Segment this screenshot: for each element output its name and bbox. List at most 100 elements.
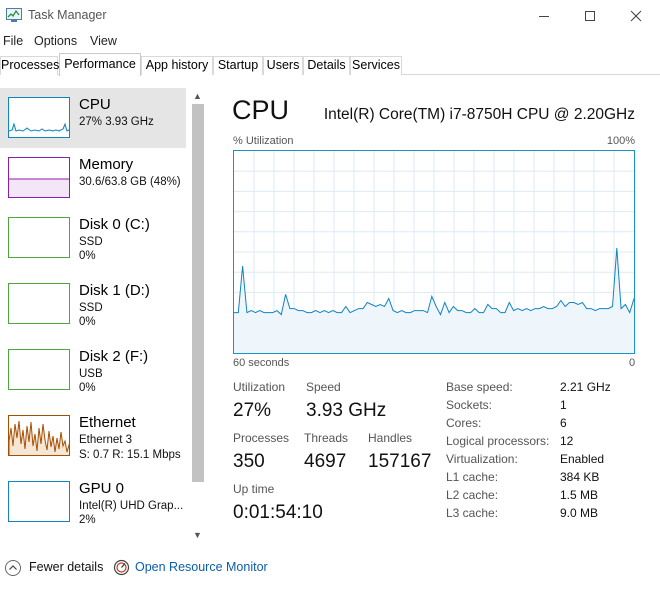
sidebar-item-disk-0[interactable]: Disk 0 (C:) SSD 0% [0,208,186,268]
tab-performance[interactable]: Performance [59,53,141,76]
maximize-button[interactable] [567,0,613,31]
sidebar-detail-2: 2% [79,514,96,526]
tab-startup[interactable]: Startup [213,56,263,75]
info-label: Cores: [446,416,482,430]
sidebar-title: GPU 0 [79,480,125,497]
tab-details[interactable]: Details [303,56,350,75]
utilization-value: 27% [233,400,272,421]
sidebar-detail-2: S: 0.7 R: 15.1 Mbps [79,449,181,461]
disk-2-thumbnail-graph [8,349,70,390]
close-icon [630,10,642,21]
cpu-utilization-graph [233,150,635,354]
sidebar-item-gpu-0[interactable]: GPU 0 Intel(R) UHD Grap... 2% [0,472,186,532]
sidebar-item-memory[interactable]: Memory 30.6/63.8 GB (48%) [0,148,186,208]
info-label: L1 cache: [446,470,499,484]
tab-users[interactable]: Users [263,56,303,75]
info-value: 384 KB [560,470,600,484]
graph-y-label: % Utilization [233,135,294,147]
minimize-icon [539,15,549,17]
sidebar-title: Disk 2 (F:) [79,348,149,365]
title-bar: Task Manager [0,0,660,31]
memory-thumbnail-graph [8,157,70,198]
info-value: Enabled [560,452,605,466]
info-label: L3 cache: [446,506,499,520]
info-label: Logical processors: [446,434,550,448]
sidebar-item-disk-1[interactable]: Disk 1 (D:) SSD 0% [0,274,186,334]
threads-label: Threads [304,431,349,445]
info-value: 2.21 GHz [560,380,611,394]
sidebar-item-ethernet[interactable]: Ethernet Ethernet 3 S: 0.7 R: 15.1 Mbps [0,406,186,466]
sidebar-detail: 27% 3.93 GHz [79,116,154,128]
info-value: 9.0 MB [560,506,599,520]
sidebar-scrollbar[interactable]: ▲ ▼ [189,88,205,544]
scroll-up-arrow-icon[interactable]: ▲ [193,92,202,101]
speed-label: Speed [306,380,341,394]
tab-processes[interactable]: Processes [0,56,59,75]
task-manager-icon [6,8,22,22]
ethernet-thumbnail-line [9,420,69,455]
memory-thumbnail-fill [9,178,69,197]
menu-file[interactable]: File [3,34,23,48]
speed-value: 3.93 GHz [306,400,387,421]
disk-0-thumbnail-graph [8,217,70,258]
threads-value: 4697 [304,451,347,472]
menu-view[interactable]: View [90,34,117,48]
scroll-down-arrow-icon[interactable]: ▼ [193,531,202,540]
sidebar-detail-2: 0% [79,316,96,328]
ethernet-thumbnail-graph [8,415,70,456]
sidebar-detail: SSD [79,302,103,314]
menu-options[interactable]: Options [34,34,77,48]
sidebar-detail: 30.6/63.8 GB (48%) [79,176,181,188]
cpu-thumbnail-line [9,122,69,132]
maximize-icon [585,10,595,21]
info-label: Sockets: [446,398,493,412]
scroll-thumb[interactable] [192,104,204,482]
sidebar-detail-2: 0% [79,382,96,394]
sidebar-detail: Ethernet 3 [79,434,133,446]
gpu-thumbnail-graph [8,481,70,522]
info-label: L2 cache: [446,488,499,502]
graph-y-max-label: 100% [606,135,635,147]
info-value: 1.5 MB [560,488,599,502]
sidebar-detail: SSD [79,236,103,248]
info-label: Virtualization: [446,452,518,466]
open-resource-monitor-link[interactable]: Open Resource Monitor [135,560,268,574]
sidebar-title: Disk 1 (D:) [79,282,150,299]
sidebar-title: Memory [79,156,134,173]
utilization-label: Utilization [233,380,286,394]
cpu-thumbnail-graph [8,97,70,138]
handles-label: Handles [368,431,413,445]
tab-strip: Processes Performance App history Startu… [0,53,660,76]
uptime-value: 0:01:54:10 [233,502,323,523]
sidebar-title: CPU [79,96,111,113]
info-label: Base speed: [446,380,513,394]
sidebar-detail-2: 0% [79,250,96,262]
chevron-up-circle-icon[interactable] [4,559,22,577]
uptime-label: Up time [233,482,275,496]
sidebar-detail: Intel(R) UHD Grap... [79,500,184,512]
close-button[interactable] [613,0,659,31]
info-value: 12 [560,434,574,448]
cpu-model-name: Intel(R) Core(TM) i7-8750H CPU @ 2.20GHz [323,106,635,123]
processes-value: 350 [233,451,265,472]
disk-1-thumbnail-graph [8,283,70,324]
tab-services[interactable]: Services [350,56,402,75]
footer-bar: Fewer details Open Resource Monitor [0,556,660,580]
page-title: CPU [232,95,290,125]
resource-monitor-icon [113,559,130,576]
sidebar-item-disk-2[interactable]: Disk 2 (F:) USB 0% [0,340,186,400]
sidebar-detail: USB [79,368,103,380]
info-value: 6 [560,416,567,430]
tab-app-history[interactable]: App history [141,56,213,75]
graph-x-min-label: 0 [629,357,636,369]
minimize-button[interactable] [521,0,567,31]
handles-value: 157167 [368,451,432,472]
window-title: Task Manager [28,8,107,22]
sidebar-title: Ethernet [79,414,136,431]
cpu-utilization-chart [234,151,635,353]
graph-x-label: 60 seconds [233,357,290,369]
sidebar-item-cpu[interactable]: CPU 27% 3.93 GHz [0,88,186,148]
menu-bar: File Options View [0,31,660,53]
info-value: 1 [560,398,567,412]
fewer-details-button[interactable]: Fewer details [29,560,103,574]
